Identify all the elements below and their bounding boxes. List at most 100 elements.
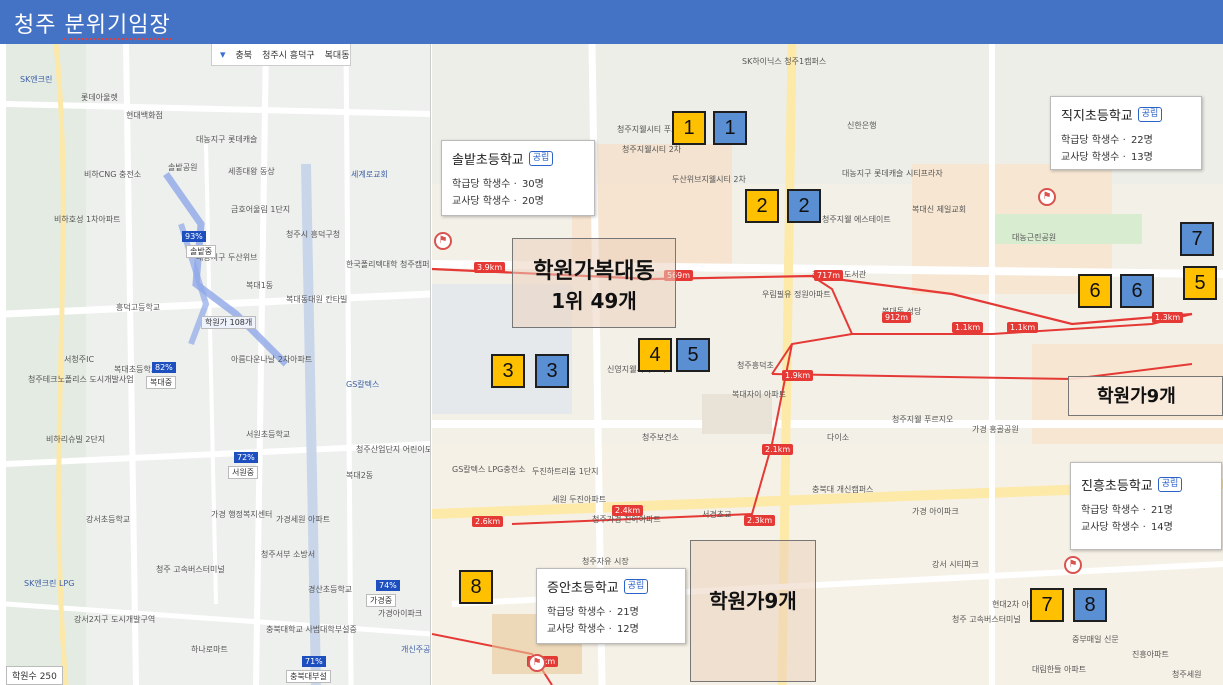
right-map-place-label[interactable]: 우림필유 정원아파트 — [762, 289, 831, 300]
toolbar-item-0[interactable]: 충북 — [236, 48, 253, 61]
right-map-place-label[interactable]: 청주지웰시티 2차 — [622, 144, 681, 155]
right-map-place-label[interactable]: 청주지웰 에스테이트 — [822, 214, 891, 225]
left-map-place-label[interactable]: 롯데아울렛 — [81, 92, 118, 103]
left-map-place-label[interactable]: 비하CNG 충전소 — [84, 169, 141, 180]
right-map-place-label[interactable]: 대림한들 아파트 — [1032, 664, 1086, 675]
right-map-place-label[interactable]: 가경 아이파크 — [912, 506, 959, 517]
right-map-place-label[interactable]: 강서 시티파크 — [932, 559, 979, 570]
left-map-place-label[interactable]: 청주 고속버스터미널 — [156, 564, 225, 575]
right-map-place-label[interactable]: 두산위브지웰시티 2차 — [672, 174, 746, 185]
school-icon[interactable]: ⚑ — [1038, 188, 1056, 206]
percent-flag[interactable]: 82% — [152, 362, 176, 373]
left-map-place-label[interactable]: 하나로마트 — [191, 644, 228, 655]
left-map-place-label[interactable]: 대농지구 롯데캐슬 — [196, 134, 257, 145]
school-card-solbat[interactable]: 솔밭초등학교 공립 학급당 학생수 · 30명 교사당 학생수 · 20명 — [441, 140, 595, 216]
left-map-place-label[interactable]: 아름다운나날 2차아파트 — [231, 354, 312, 365]
number-marker-yellow[interactable]: 3 — [491, 354, 525, 388]
right-map-place-label[interactable]: 다이소 — [827, 432, 849, 443]
left-map-place-label[interactable]: GS칼텍스 — [346, 379, 379, 390]
right-map-place-label[interactable]: 청주자유 시장 — [582, 556, 629, 567]
school-icon[interactable]: ⚑ — [528, 654, 546, 672]
school-card-jikji[interactable]: 직지초등학교 공립 학급당 학생수 · 22명 교사당 학생수 · 13명 — [1050, 96, 1202, 170]
left-map-place-label[interactable]: 경산초등학교 — [308, 584, 352, 595]
right-map-place-label[interactable]: 복대자이 아파트 — [732, 389, 786, 400]
school-icon[interactable]: ⚑ — [1064, 556, 1082, 574]
number-marker-blue[interactable]: 1 — [713, 111, 747, 145]
number-marker-yellow[interactable]: 8 — [459, 570, 493, 604]
left-map-place-label[interactable]: 현대백화점 — [126, 110, 163, 121]
left-map-place-label[interactable]: 비하호성 1차아파트 — [54, 214, 121, 225]
number-marker-blue[interactable]: 6 — [1120, 274, 1154, 308]
right-map-place-label[interactable]: 가경 홍골공원 — [972, 424, 1019, 435]
number-marker-yellow[interactable]: 1 — [672, 111, 706, 145]
number-marker-yellow[interactable]: 6 — [1078, 274, 1112, 308]
academy-area-east[interactable]: 학원가9개 — [1068, 376, 1223, 416]
academy-area-bokdae[interactable]: 학원가복대동 1위 49개 — [512, 238, 676, 328]
left-map-place-label[interactable]: 솔밭공원 — [168, 162, 197, 173]
left-map-place-label[interactable]: 복대1동 — [246, 280, 273, 291]
percent-flag[interactable]: 71% — [302, 656, 326, 667]
academy-area-south[interactable]: 학원가9개 — [690, 540, 816, 682]
left-map-place-label[interactable]: 한국폴리텍대학 청주캠퍼스 — [346, 259, 430, 270]
left-map-place-label[interactable]: 가경 행정복지센터 — [211, 509, 272, 520]
right-map-place-label[interactable]: 청주보건소 — [642, 432, 679, 443]
school-card-jeungan[interactable]: 증안초등학교 공립 학급당 학생수 · 21명 교사당 학생수 · 12명 — [536, 568, 686, 644]
number-marker-yellow[interactable]: 7 — [1030, 588, 1064, 622]
right-map-place-label[interactable]: GS칼텍스 LPG충전소 — [452, 464, 525, 475]
right-map-place-label[interactable]: 진흥아파트 — [1132, 649, 1169, 660]
right-map-place-label[interactable]: 청주 고속버스터미널 — [952, 614, 1021, 625]
right-map-place-label[interactable]: 충북대 개신캠퍼스 — [812, 484, 873, 495]
right-map-place-label[interactable]: 세원 두진아파트 — [552, 494, 606, 505]
left-map-place-label[interactable]: 세종대왕 동상 — [228, 166, 275, 177]
left-map-place-label[interactable]: 비하리슈빌 2단지 — [46, 434, 105, 445]
left-map[interactable]: ▾ 충북 청주시 흥덕구 복대동 SK엔크린롯데아울렛현대백화점대농지구 롯데캐… — [6, 44, 431, 685]
number-marker-blue[interactable]: 8 — [1073, 588, 1107, 622]
left-map-place-label[interactable]: SK엔크린 LPG — [24, 578, 74, 589]
percent-flag[interactable]: 93% — [182, 231, 206, 242]
left-map-place-label[interactable]: 서원초등학교 — [246, 429, 290, 440]
left-map-place-label[interactable]: SK엔크린 — [20, 74, 52, 85]
left-map-place-label[interactable]: 세계로교회 — [351, 169, 388, 180]
left-map-place-label[interactable]: 강서초등학교 — [86, 514, 130, 525]
left-map-place-label[interactable]: 가경아이파크 — [378, 608, 422, 619]
right-map-place-label[interactable]: 청주세원 — [1172, 669, 1201, 680]
left-map-place-label[interactable]: 청주서부 소방서 — [261, 549, 315, 560]
left-map-place-label[interactable]: 금호어울림 1단지 — [231, 204, 290, 215]
toolbar-item-1[interactable]: 청주시 흥덕구 — [262, 48, 315, 61]
number-marker-yellow[interactable]: 4 — [638, 338, 672, 372]
right-map-place-label[interactable]: 청주흥덕초 — [737, 360, 774, 371]
left-map-place-label[interactable]: 복대2동 — [346, 470, 373, 481]
right-map[interactable]: SK하이닉스 청주1캠퍼스 청주지웰시티 푸르지오 신한은행 청주지웰시티 2차 두산위… — [432, 44, 1223, 685]
left-map-place-label[interactable]: 복대동대원 칸타빌 — [286, 294, 347, 305]
left-map-place-label[interactable]: 서청주IC — [64, 354, 94, 365]
left-map-place-label[interactable]: 청주테크노폴리스 도시개발사업 — [28, 374, 134, 385]
right-map-place-label[interactable]: 대농지구 롯데캐슬 시티프라자 — [842, 168, 943, 179]
right-map-place-label[interactable]: 중부매일 신문 — [1072, 634, 1119, 645]
toolbar-item-2[interactable]: 복대동 — [325, 48, 350, 61]
left-map-place-label[interactable]: 흥덕고등학교 — [116, 302, 160, 313]
left-map-place-label[interactable]: 가경세원 아파트 — [276, 514, 330, 525]
number-marker-blue[interactable]: 2 — [787, 189, 821, 223]
left-map-place-label[interactable]: 개신주공 아파트 — [401, 644, 430, 655]
percent-flag[interactable]: 74% — [376, 580, 400, 591]
right-map-place-label[interactable]: 청주지웰 푸르지오 — [892, 414, 953, 425]
number-marker-yellow[interactable]: 2 — [745, 189, 779, 223]
right-map-place-label[interactable]: SK하이닉스 청주1캠퍼스 — [742, 56, 826, 67]
number-marker-blue[interactable]: 7 — [1180, 222, 1214, 256]
right-map-place-label[interactable]: 서경초교 — [702, 509, 731, 520]
right-map-place-label[interactable]: 복대신 제일교회 — [912, 204, 966, 215]
school-card-jinheung[interactable]: 진흥초등학교 공립 학급당 학생수 · 21명 교사당 학생수 · 14명 — [1070, 462, 1222, 550]
left-map-place-label[interactable]: 강서2지구 도시개발구역 — [74, 614, 155, 625]
percent-flag[interactable]: 72% — [234, 452, 258, 463]
number-marker-yellow[interactable]: 5 — [1183, 266, 1217, 300]
left-map-place-label[interactable]: 청주시 흥덕구청 — [286, 229, 340, 240]
left-map-toolbar[interactable]: ▾ 충북 청주시 흥덕구 복대동 — [211, 44, 351, 66]
school-icon[interactable]: ⚑ — [434, 232, 452, 250]
number-marker-blue[interactable]: 5 — [676, 338, 710, 372]
right-map-place-label[interactable]: 대농근린공원 — [1012, 232, 1056, 243]
right-map-place-label[interactable]: 두진하트리움 1단지 — [532, 466, 599, 477]
right-map-place-label[interactable]: 신한은행 — [847, 120, 876, 131]
number-marker-blue[interactable]: 3 — [535, 354, 569, 388]
left-map-place-label[interactable]: 청주산업단지 어린이도서관 — [356, 444, 430, 455]
left-map-place-label[interactable]: 충북대학교 사범대학부설중 — [266, 624, 357, 635]
